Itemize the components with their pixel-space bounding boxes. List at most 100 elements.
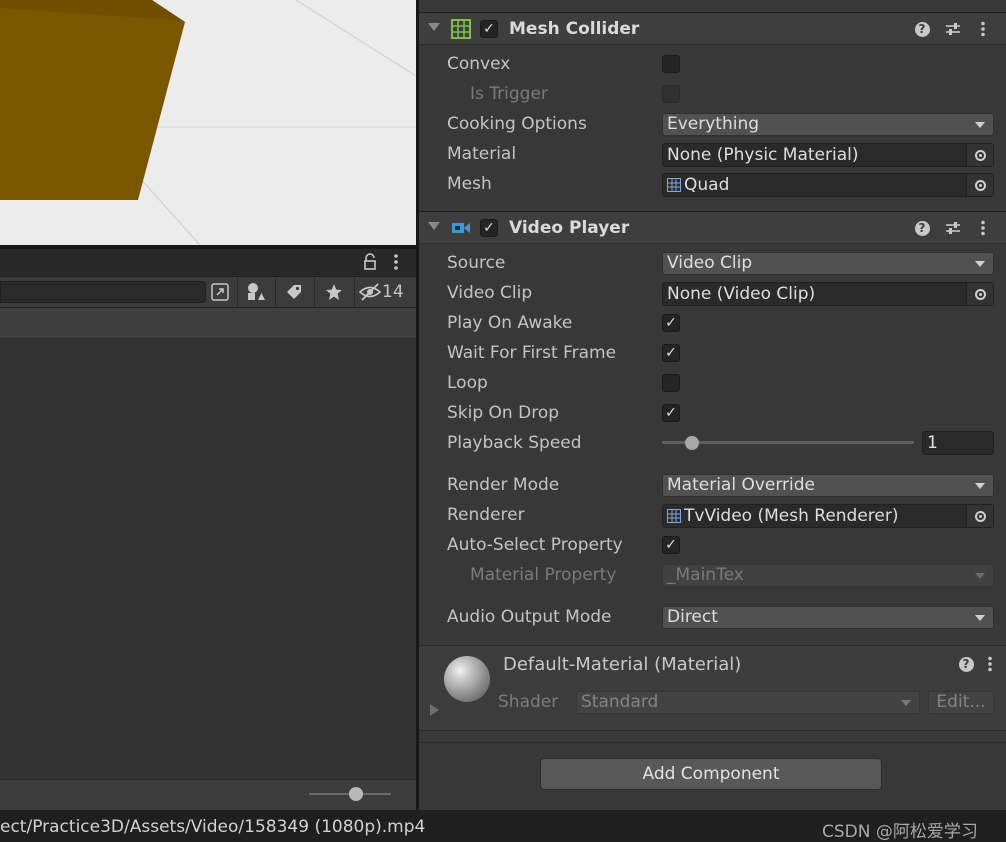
renderer-label: Renderer <box>447 505 525 525</box>
kebab-menu-icon[interactable] <box>392 253 400 271</box>
physic-material-value: None (Physic Material) <box>667 145 859 165</box>
play-on-awake-checkbox[interactable]: ✓ <box>662 314 680 332</box>
source-dropdown[interactable]: Video Clip <box>662 252 994 275</box>
mesh-collider-title: Mesh Collider <box>509 19 640 39</box>
video-camera-icon <box>451 218 471 238</box>
playback-speed-label: Playback Speed <box>447 433 582 453</box>
chevron-down-icon <box>975 573 985 579</box>
preset-settings-icon[interactable] <box>942 217 964 239</box>
cooking-options-dropdown[interactable]: Everything <box>662 113 994 136</box>
add-component-button[interactable]: Add Component <box>540 758 882 790</box>
material-section: Default-Material (Material) ? Shader Sta… <box>419 645 1006 731</box>
cube-object <box>0 0 185 200</box>
chevron-down-icon <box>975 615 985 621</box>
project-tab-bar <box>0 249 416 277</box>
object-picker-icon[interactable] <box>966 174 993 196</box>
material-property-label: Material Property <box>470 565 617 585</box>
loop-checkbox[interactable] <box>662 374 680 392</box>
video-clip-label: Video Clip <box>447 283 533 303</box>
watermark-text: CSDN @阿松爱学习 <box>822 822 978 842</box>
kebab-menu-icon[interactable] <box>979 653 1001 675</box>
foldout-arrow-icon[interactable] <box>430 704 439 716</box>
video-player-header[interactable]: ✓ Video Player ? <box>419 211 1006 244</box>
renderer-value: TvVideo (Mesh Renderer) <box>684 506 899 526</box>
loop-label: Loop <box>447 373 488 393</box>
play-on-awake-label: Play On Awake <box>447 313 573 333</box>
status-message[interactable]: ect/Practice3D/Assets/Video/158349 (1080… <box>0 817 425 837</box>
mesh-collider-enabled-checkbox[interactable]: ✓ <box>480 20 498 38</box>
mesh-collider-header[interactable]: ✓ Mesh Collider ? <box>419 12 1006 45</box>
video-player-title: Video Player <box>509 218 630 238</box>
wait-first-frame-checkbox[interactable]: ✓ <box>662 344 680 362</box>
foldout-arrow-icon[interactable] <box>428 23 440 31</box>
cooking-options-label: Cooking Options <box>447 114 587 134</box>
cooking-options-value: Everything <box>667 114 760 134</box>
mesh-value: Quad <box>684 175 730 195</box>
video-clip-field[interactable]: None (Video Clip) <box>662 282 994 306</box>
lock-icon[interactable] <box>362 253 378 271</box>
playback-speed-slider-track[interactable] <box>662 441 914 444</box>
render-mode-value: Material Override <box>667 475 816 495</box>
material-property-dropdown: _MainTex <box>662 564 994 587</box>
favorite-star-icon[interactable] <box>315 278 353 306</box>
auto-select-checkbox[interactable]: ✓ <box>662 536 680 554</box>
mesh-asset-icon <box>667 176 681 192</box>
convex-checkbox[interactable] <box>662 55 680 73</box>
shader-dropdown: Standard <box>576 691 920 714</box>
chevron-down-icon <box>975 261 985 267</box>
render-mode-label: Render Mode <box>447 475 560 495</box>
playback-speed-slider-thumb[interactable] <box>685 436 699 450</box>
physic-material-field[interactable]: None (Physic Material) <box>662 143 994 167</box>
source-value: Video Clip <box>667 253 753 273</box>
material-property-value: _MainTex <box>667 565 744 585</box>
status-bar: ect/Practice3D/Assets/Video/158349 (1080… <box>0 810 1006 842</box>
audio-output-dropdown[interactable]: Direct <box>662 606 994 629</box>
object-picker-icon[interactable] <box>966 505 993 527</box>
mesh-renderer-icon <box>667 507 681 523</box>
edit-shader-button: Edit... <box>928 691 994 714</box>
project-content-area[interactable] <box>0 339 416 779</box>
help-icon[interactable]: ? <box>911 18 933 40</box>
shader-label: Shader <box>498 692 559 712</box>
preset-settings-icon[interactable] <box>942 18 964 40</box>
project-footer <box>0 779 416 811</box>
video-player-enabled-checkbox[interactable]: ✓ <box>480 219 498 237</box>
hidden-packages-toggle[interactable]: 14 <box>358 278 412 306</box>
help-icon[interactable]: ? <box>911 217 933 239</box>
project-toolbar: 14 <box>0 277 416 308</box>
hidden-count: 14 <box>382 282 404 302</box>
object-picker-icon[interactable] <box>966 144 993 166</box>
mesh-field[interactable]: Quad <box>662 173 994 197</box>
search-scope-icon[interactable] <box>207 278 233 306</box>
audio-output-value: Direct <box>667 607 718 627</box>
object-picker-icon[interactable] <box>966 283 993 305</box>
material-preview-sphere <box>444 656 490 702</box>
filter-by-type-icon[interactable] <box>238 278 274 306</box>
help-icon[interactable]: ? <box>955 653 977 675</box>
auto-select-label: Auto-Select Property <box>447 535 623 555</box>
renderer-field[interactable]: TvVideo (Mesh Renderer) <box>662 504 994 528</box>
shader-value: Standard <box>581 692 659 712</box>
zoom-slider-thumb[interactable] <box>349 787 363 801</box>
render-mode-dropdown[interactable]: Material Override <box>662 474 994 497</box>
skip-on-drop-checkbox[interactable]: ✓ <box>662 404 680 422</box>
mesh-label: Mesh <box>447 174 492 194</box>
video-clip-value: None (Video Clip) <box>667 284 816 304</box>
chevron-down-icon <box>901 700 911 706</box>
project-breadcrumb-bar <box>0 308 416 339</box>
scene-view[interactable] <box>0 0 416 245</box>
playback-speed-input[interactable]: 1 <box>922 431 994 455</box>
inspector-panel: ✓ Mesh Collider ? Convex Is Trigger Cook… <box>419 0 1006 810</box>
chevron-down-icon <box>975 122 985 128</box>
source-label: Source <box>447 253 506 273</box>
playback-speed-value: 1 <box>927 433 938 453</box>
search-input[interactable] <box>0 281 206 303</box>
filter-by-label-icon[interactable] <box>276 278 312 306</box>
wait-first-frame-label: Wait For First Frame <box>447 343 617 363</box>
kebab-menu-icon[interactable] <box>972 18 994 40</box>
material-label: Material <box>447 144 517 164</box>
kebab-menu-icon[interactable] <box>972 217 994 239</box>
foldout-arrow-icon[interactable] <box>428 222 440 230</box>
chevron-down-icon <box>975 483 985 489</box>
mesh-collider-icon <box>451 19 471 39</box>
